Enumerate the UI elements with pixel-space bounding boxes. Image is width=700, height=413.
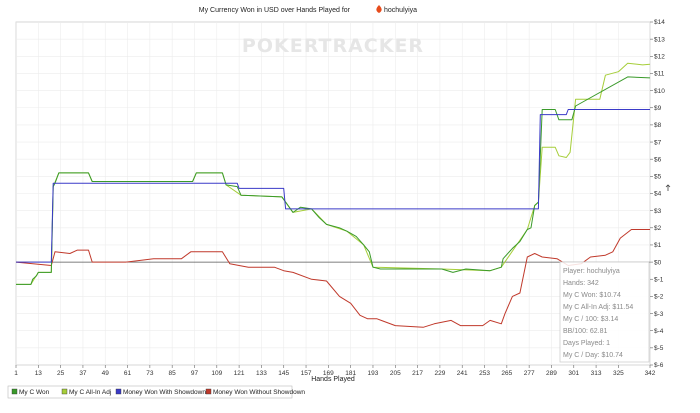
x-tick-label: 253 <box>479 370 490 377</box>
y-tick-label: $-4 <box>654 328 664 335</box>
stats-line: My C / Day: $10.74 <box>563 352 623 359</box>
stats-line: Hands: 342 <box>563 280 599 287</box>
y-tick-label: $13 <box>654 36 665 43</box>
x-tick-label: 49 <box>102 370 110 377</box>
x-tick-label: 133 <box>256 370 267 377</box>
legend-swatch <box>115 388 122 395</box>
y-axis-arrow-icon <box>665 184 671 191</box>
x-tick-label: 289 <box>546 370 557 377</box>
legend-swatch <box>11 388 18 395</box>
x-tick-label: 193 <box>368 370 379 377</box>
x-tick-label: 97 <box>191 370 199 377</box>
x-tick-label: 241 <box>457 370 468 377</box>
y-tick-label: $3 <box>654 208 662 215</box>
x-tick-label: 1 <box>14 370 18 377</box>
x-axis-label: Hands Played <box>311 376 355 383</box>
y-tick-label: $11 <box>654 71 665 78</box>
y-tick-label: $2 <box>654 225 662 232</box>
legend: My C Won My C All-In Adj Money Won With Sh… <box>7 385 305 399</box>
y-tick-label: $0 <box>654 259 662 266</box>
legend-swatch <box>205 388 212 395</box>
x-tick-label: 229 <box>434 370 445 377</box>
y-tick-label: $12 <box>654 54 665 61</box>
y-tick-label: $1 <box>654 242 662 249</box>
y-tick-label: $-5 <box>654 345 664 352</box>
legend-label: Money Won Without Showdown <box>213 389 305 396</box>
stats-line: Days Played: 1 <box>563 340 610 347</box>
legend-swatch <box>61 388 68 395</box>
legend-label: Money Won With Showdown <box>123 389 206 396</box>
x-tick-label: 205 <box>390 370 401 377</box>
x-tick-label: 37 <box>79 370 87 377</box>
x-tick-label: 85 <box>169 370 177 377</box>
x-tick-label: 109 <box>211 370 222 377</box>
x-tick-label: 145 <box>278 370 289 377</box>
x-tick-label: 301 <box>568 370 579 377</box>
y-tick-label: $9 <box>654 105 662 112</box>
legend-label: My C Won <box>19 389 50 396</box>
x-tick-label: 313 <box>591 370 602 377</box>
y-tick-label: $-2 <box>654 294 664 301</box>
stats-line: BB/100: 62.81 <box>563 328 607 335</box>
x-tick-label: 217 <box>412 370 423 377</box>
x-tick-label: 265 <box>501 370 512 377</box>
y-tick-label: $-6 <box>654 362 664 369</box>
y-tick-label: $8 <box>654 122 662 129</box>
x-tick-label: 61 <box>124 370 132 377</box>
stats-line: My C All-In Adj: $11.54 <box>563 304 633 311</box>
y-tick-label: $14 <box>654 19 665 26</box>
x-tick-label: 157 <box>301 370 312 377</box>
x-tick-label: 342 <box>645 370 656 377</box>
y-tick-label: $6 <box>654 156 662 163</box>
x-tick-label: 325 <box>613 370 624 377</box>
y-tick-label: $10 <box>654 88 665 95</box>
chart-title: My Currency Won in USD over Hands Played… <box>199 7 351 14</box>
y-tick-label: $-1 <box>654 276 664 283</box>
x-tick-label: 121 <box>234 370 245 377</box>
player-flame-icon <box>376 5 382 13</box>
y-tick-label: $-3 <box>654 311 664 318</box>
y-axis: $-6 $-5 $-4 $-3 $-2 $-1 $0 $1 $2 $3 $4 $5 $6 $7 $8 $9 $1… <box>650 19 665 369</box>
y-tick-label: $5 <box>654 174 662 181</box>
legend-label: My C All-In Adj <box>69 389 111 396</box>
x-tick-label: 277 <box>524 370 535 377</box>
x-tick-label: 73 <box>146 370 154 377</box>
x-tick-label: 13 <box>35 370 43 377</box>
y-tick-label: $7 <box>654 139 662 146</box>
stats-box: Player: hochulyiya Hands: 342 My C Won: $1… <box>559 261 650 363</box>
stats-line: Player: hochulyiya <box>563 268 620 275</box>
chart: My Currency Won in USD over Hands Played… <box>7 5 671 399</box>
x-tick-label: 25 <box>57 370 65 377</box>
watermark: POKERTRACKER <box>242 35 424 57</box>
chart-title-player: hochulyiya <box>384 7 417 14</box>
grid <box>15 21 651 366</box>
y-tick-label: $4 <box>654 191 662 198</box>
stats-line: My C / 100: $3.14 <box>563 316 618 323</box>
stats-line: My C Won: $10.74 <box>563 292 621 299</box>
